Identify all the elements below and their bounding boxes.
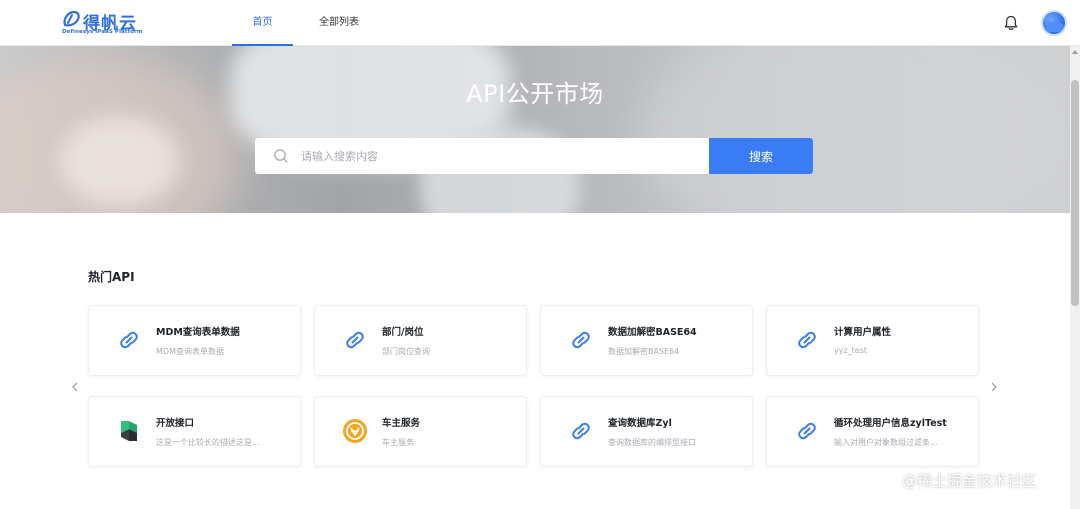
banner-decoration bbox=[640, 46, 1060, 213]
api-card-desc: yyz_test bbox=[834, 346, 868, 355]
api-card-title: 查询数据库Zyl bbox=[608, 418, 672, 429]
tab-all-list-label: 全部列表 bbox=[319, 17, 359, 28]
api-card-desc: 查询数据库的编排型接口 bbox=[608, 438, 696, 447]
search-icon bbox=[274, 149, 288, 163]
main-content: 热门API MDM查询表单数据 MDM查询表单数据 部门/岗位 部门岗位查询 数… bbox=[0, 213, 1070, 509]
link-icon bbox=[120, 331, 138, 349]
api-card-desc: 车主服务 bbox=[382, 438, 414, 447]
api-card-title: 车主服务 bbox=[382, 418, 421, 429]
orange-badge-icon bbox=[343, 419, 367, 443]
scrollbar-thumb[interactable] bbox=[1071, 80, 1079, 306]
tab-all-list[interactable]: 全部列表 bbox=[306, 0, 372, 46]
api-card-title: 计算用户属性 bbox=[834, 327, 892, 338]
watermark: @稀土掘金技术社区 bbox=[902, 472, 1038, 490]
api-card[interactable]: 查询数据库Zyl 查询数据库的编排型接口 bbox=[540, 396, 753, 467]
top-header: 得帆云 Definesys iPaaS Platform 首页 全部列表 bbox=[0, 0, 1080, 46]
api-card[interactable]: 部门/岗位 部门岗位查询 bbox=[314, 305, 527, 376]
avatar[interactable] bbox=[1041, 10, 1067, 36]
green-cube-icon bbox=[121, 421, 137, 441]
api-card-title: MDM查询表单数据 bbox=[156, 327, 240, 338]
link-icon bbox=[572, 331, 590, 349]
api-card-title: 数据加解密BASE64 bbox=[608, 327, 697, 338]
api-card-desc: MDM查询表单数据 bbox=[156, 347, 224, 356]
chevron-left-icon[interactable] bbox=[69, 381, 81, 393]
api-card-desc: 输入对用户对象数组过滤条... bbox=[834, 438, 938, 447]
link-icon bbox=[798, 331, 816, 349]
api-card-desc: 数据加解密BASE64 bbox=[608, 347, 680, 356]
vertical-scrollbar[interactable] bbox=[1070, 46, 1080, 509]
scroll-up-arrow-icon[interactable] bbox=[1072, 50, 1078, 54]
link-icon bbox=[798, 422, 816, 440]
search-input[interactable] bbox=[301, 138, 701, 174]
api-card-title: 部门/岗位 bbox=[382, 327, 424, 338]
api-card-title: 开放接口 bbox=[156, 418, 195, 429]
tab-home-label: 首页 bbox=[252, 17, 273, 28]
api-card-desc: 这是一个比较长的描述这是... bbox=[156, 438, 260, 447]
banner-decoration bbox=[60, 116, 180, 206]
api-card-desc: 部门岗位查询 bbox=[382, 347, 430, 356]
search-button[interactable]: 搜索 bbox=[709, 138, 813, 174]
logo-mark-icon bbox=[63, 10, 80, 27]
section-title-hot-api: 热门API bbox=[88, 270, 135, 284]
chevron-right-icon[interactable] bbox=[988, 381, 1000, 393]
api-card[interactable]: 循环处理用户信息zylTest 输入对用户对象数组过滤条... bbox=[766, 396, 979, 467]
logo-subtitle: Definesys iPaaS Platform bbox=[62, 29, 143, 35]
tab-home[interactable]: 首页 bbox=[232, 0, 293, 46]
link-icon bbox=[346, 331, 364, 349]
hero-banner: API公开市场 搜索 bbox=[0, 46, 1070, 213]
api-card-title: 循环处理用户信息zylTest bbox=[834, 418, 947, 429]
search-box[interactable] bbox=[255, 138, 709, 174]
api-card[interactable]: 开放接口 这是一个比较长的描述这是... bbox=[88, 396, 301, 467]
api-card[interactable]: 数据加解密BASE64 数据加解密BASE64 bbox=[540, 305, 753, 376]
logo[interactable]: 得帆云 Definesys iPaaS Platform bbox=[62, 9, 152, 39]
api-card[interactable]: 车主服务 车主服务 bbox=[314, 396, 527, 467]
link-icon bbox=[572, 422, 590, 440]
api-card[interactable]: MDM查询表单数据 MDM查询表单数据 bbox=[88, 305, 301, 376]
page-title: API公开市场 bbox=[466, 80, 604, 108]
bell-icon[interactable] bbox=[1002, 14, 1020, 32]
api-card[interactable]: 计算用户属性 yyz_test bbox=[766, 305, 979, 376]
